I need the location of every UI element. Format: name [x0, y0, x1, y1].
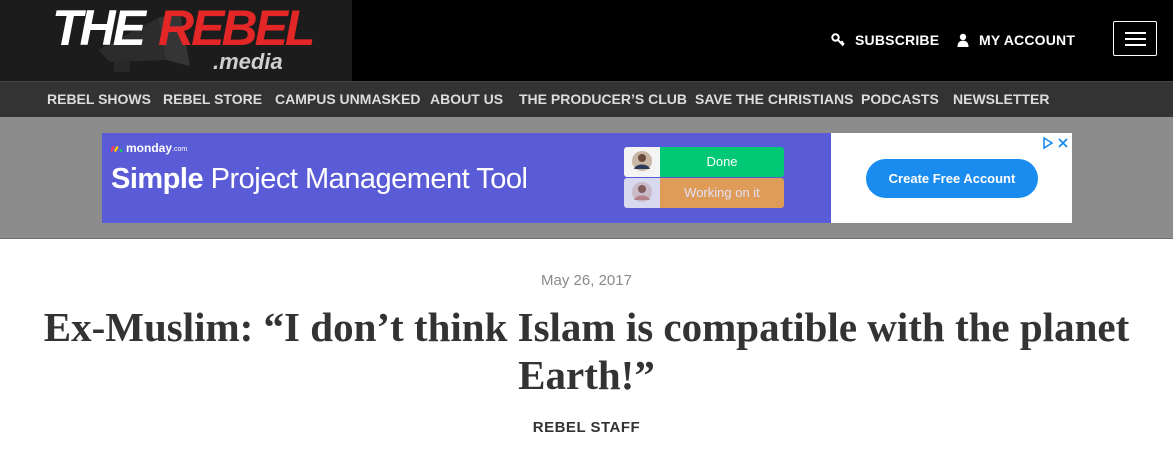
subscribe-link[interactable]: SUBSCRIBE	[831, 30, 939, 50]
ad-brand-suffix: .com	[172, 146, 188, 153]
site-logo[interactable]: THE REBEL .media	[0, 0, 352, 81]
article-author[interactable]: REBEL STAFF	[0, 419, 1173, 436]
ad-creative: monday .com Simple Project Management Too…	[102, 133, 831, 223]
nav-item-about-us[interactable]: ABOUT US	[430, 82, 503, 118]
nav-item-campus-unmasked[interactable]: CAMPUS UNMASKED	[275, 82, 420, 118]
status-working-pill: Working on it	[660, 178, 784, 208]
ad-brand: monday .com	[111, 141, 187, 155]
ad-brand-name: monday	[126, 141, 173, 155]
hamburger-menu-icon-line	[1125, 44, 1146, 46]
ad-headline-bold: Simple	[111, 163, 204, 195]
advertisement-banner[interactable]: monday .com Simple Project Management Too…	[102, 133, 1072, 223]
create-free-account-button[interactable]: Create Free Account	[866, 159, 1038, 198]
ad-headline-rest: Project Management Tool	[203, 163, 528, 195]
ad-choices-icon[interactable]	[1042, 136, 1070, 150]
status-done-pill: Done	[660, 147, 784, 177]
my-account-link[interactable]: MY ACCOUNT	[957, 30, 1075, 50]
logo-the: THE	[52, 0, 146, 56]
hamburger-menu-icon	[1125, 32, 1146, 34]
nav-item-newsletter[interactable]: NEWSLETTER	[953, 82, 1049, 118]
nav-item-podcasts[interactable]: PODCASTS	[861, 82, 939, 118]
ad-status-illustration: Done Working on it	[624, 147, 784, 209]
ad-headline: Simple Project Management Tool	[111, 163, 528, 196]
monday-logo-icon	[111, 146, 123, 152]
logo-media: .media	[213, 49, 283, 74]
avatar	[624, 147, 660, 177]
nav-item-producers-club[interactable]: THE PRODUCER’S CLUB	[519, 82, 687, 118]
article-title: Ex-Muslim: “I don’t think Islam is compa…	[43, 304, 1130, 398]
ad-band: monday .com Simple Project Management Too…	[0, 117, 1173, 239]
logo-rebel: REBEL	[158, 0, 315, 56]
user-icon	[957, 33, 969, 47]
nav-item-rebel-shows[interactable]: REBEL SHOWS	[47, 82, 151, 118]
article-date: May 26, 2017	[541, 272, 632, 289]
hamburger-menu-icon-line	[1125, 38, 1146, 40]
site-header: THE REBEL .media SUBSCRIBE MY ACCOUNT	[0, 0, 1173, 81]
avatar	[624, 178, 660, 208]
key-icon	[831, 33, 845, 47]
main-nav: REBEL SHOWS REBEL STORE CAMPUS UNMASKED …	[0, 81, 1173, 117]
hamburger-menu-button[interactable]	[1113, 21, 1157, 56]
subscribe-label: SUBSCRIBE	[855, 32, 940, 48]
status-row-working: Working on it	[624, 178, 784, 208]
my-account-label: MY ACCOUNT	[979, 32, 1076, 48]
nav-item-save-the-christians[interactable]: SAVE THE CHRISTIANS	[695, 82, 853, 118]
nav-item-rebel-store[interactable]: REBEL STORE	[163, 82, 262, 118]
status-row-done: Done	[624, 147, 784, 177]
